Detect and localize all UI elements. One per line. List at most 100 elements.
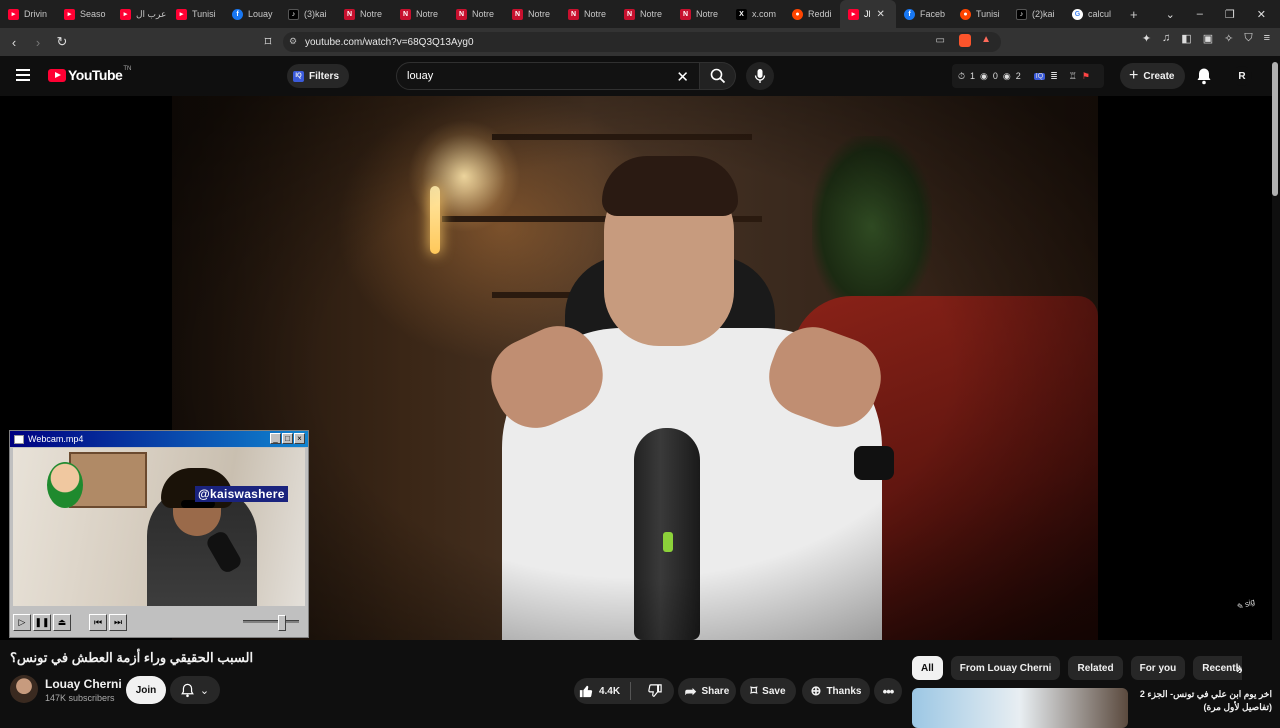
webcam-window[interactable]: Webcam.mp4 _ □ × @kaiswashere ▷ ❚❚ ⏏ ⏮ ⏭ <box>9 430 309 638</box>
minimize-icon[interactable]: – <box>1197 8 1203 20</box>
share-button[interactable]: ➦ Share <box>678 678 736 704</box>
like-button[interactable]: 4.4K <box>574 678 625 704</box>
maximize-icon[interactable]: ❐ <box>1225 8 1235 21</box>
brave-rewards-icon[interactable]: ▲ <box>981 34 991 45</box>
extension-stats[interactable]: ⏱ 1 ◉ 0 ◉ 2 IQ ≣ ♖ ⚑ <box>952 64 1104 88</box>
browser-tab[interactable]: f Louay <box>224 0 280 28</box>
save-label: Save <box>762 685 786 697</box>
browser-tab[interactable]: ▸ Drivin <box>0 0 56 28</box>
recommendation-title[interactable]: اخر يوم ابن علي في تونس- الجزء 2 (تفاصيل… <box>1132 688 1272 714</box>
filter-chip[interactable]: Recently uploaded <box>1193 656 1242 680</box>
trophy-icon[interactable]: ♖ <box>1069 71 1077 82</box>
browser-tab[interactable]: ▸ عرب ال <box>112 0 168 28</box>
brave-shield-icon[interactable] <box>959 34 971 47</box>
close-window-icon[interactable]: ✕ <box>1257 8 1266 21</box>
eject-icon[interactable]: ⏏ <box>53 613 71 631</box>
browser-tab[interactable]: N Notre <box>672 0 728 28</box>
browser-tab[interactable]: N Notre <box>448 0 504 28</box>
play-icon[interactable]: ▷ <box>13 613 31 631</box>
channel-avatar[interactable] <box>10 675 38 703</box>
youtube-logo[interactable]: YouTube TN <box>48 66 131 83</box>
filter-chip[interactable]: For you <box>1130 656 1186 680</box>
volume-thumb[interactable] <box>278 615 286 631</box>
bookmark-icon[interactable]: ⌑ <box>258 32 278 52</box>
minimize-icon[interactable]: _ <box>270 433 281 444</box>
browser-tab[interactable]: ● Tunisi <box>952 0 1008 28</box>
more-icon: ••• <box>882 683 895 699</box>
browser-tab[interactable]: ● Reddi <box>784 0 840 28</box>
media-icon[interactable]: ♫ <box>1162 32 1170 45</box>
wallet-icon[interactable]: ▣ <box>1203 32 1213 45</box>
filter-chip[interactable]: Related <box>1068 656 1123 680</box>
dislike-button[interactable] <box>636 684 674 698</box>
reload-icon[interactable]: ↻ <box>52 32 72 52</box>
notification-settings-button[interactable]: ⌄ <box>170 676 220 704</box>
filter-chip[interactable]: From Louay Cherni <box>950 656 1061 680</box>
next-icon[interactable]: ⏭ <box>109 613 127 631</box>
previous-icon[interactable]: ⏮ <box>89 613 107 631</box>
page-scrollbar[interactable] <box>1272 62 1278 196</box>
back-icon[interactable]: ‹ <box>4 32 24 52</box>
channel-name[interactable]: Louay Cherni <box>45 677 122 691</box>
browser-tab[interactable]: ▸ Seaso <box>56 0 112 28</box>
pause-icon[interactable]: ❚❚ <box>33 613 51 631</box>
notre-dame-icon: N <box>568 8 579 20</box>
browser-tab[interactable]: f Faceb <box>896 0 952 28</box>
browser-tab[interactable]: Gcalcul <box>1064 0 1120 28</box>
voice-search-button[interactable] <box>746 62 774 90</box>
cast-icon[interactable]: ▭ <box>936 35 945 46</box>
more-actions-button[interactable]: ••• <box>874 678 902 704</box>
browser-tab[interactable]: Xx.com <box>728 0 784 28</box>
bookmark-icon: ⌑ <box>750 683 758 698</box>
thumbs-down-icon <box>648 684 662 697</box>
tab-search-icon[interactable]: ⌄ <box>1166 8 1175 21</box>
sidebar-icon[interactable]: ◧ <box>1181 32 1191 45</box>
browser-tab[interactable]: N Notre <box>336 0 392 28</box>
menu-icon[interactable]: ≡ <box>1264 32 1270 45</box>
join-button[interactable]: Join <box>126 676 166 704</box>
browser-tab[interactable]: ♪ (3)kai <box>280 0 336 28</box>
browser-tab[interactable]: N Notre <box>616 0 672 28</box>
chevron-right-icon[interactable]: › <box>1236 660 1241 676</box>
browser-tab[interactable]: ▸ Tunisi <box>168 0 224 28</box>
iq-icon[interactable]: IQ <box>1033 72 1046 80</box>
thanks-button[interactable]: ⊕ Thanks <box>802 678 870 704</box>
thanks-icon: ⊕ <box>810 683 822 698</box>
create-button[interactable]: + Create <box>1120 63 1186 89</box>
x-icon: X <box>736 8 747 20</box>
search-button[interactable] <box>700 62 736 90</box>
alert-icon[interactable]: ⚑ <box>1082 71 1090 82</box>
forward-icon[interactable]: › <box>28 32 48 52</box>
close-tab-icon[interactable]: ✕ <box>877 9 885 20</box>
url-field[interactable]: ⚙ youtube.com/watch?v=68Q3Q13Ayg0 ▭ ▲ <box>283 32 1001 52</box>
tab-label: Notre <box>640 9 663 19</box>
browser-tab[interactable]: N Notre <box>504 0 560 28</box>
vpn-icon[interactable]: ⛉ <box>1244 32 1252 45</box>
clear-search-icon[interactable]: ✕ <box>676 68 689 86</box>
clock-icon: ⏱ <box>958 70 966 81</box>
recommendation-thumbnail[interactable] <box>912 688 1128 728</box>
volume-slider[interactable] <box>243 615 299 631</box>
thanks-label: Thanks <box>826 685 862 697</box>
filters-button[interactable]: IQ Filters <box>287 64 350 88</box>
browser-tab[interactable]: ▸ Jl ✕ <box>840 0 896 28</box>
site-info-icon[interactable]: ⚙ <box>289 36 297 47</box>
hamburger-menu-icon[interactable] <box>16 69 30 81</box>
browser-tab[interactable]: ♪ (2)kai <box>1008 0 1064 28</box>
browser-tab[interactable]: N Notre <box>392 0 448 28</box>
close-icon[interactable]: × <box>294 433 305 444</box>
search-input[interactable]: louay ✕ <box>396 62 700 90</box>
list-icon[interactable]: ≣ <box>1050 71 1058 82</box>
account-avatar[interactable]: R <box>1232 66 1252 86</box>
share-icon: ➦ <box>684 682 697 699</box>
extensions-icon[interactable]: ✦ <box>1142 32 1151 45</box>
filter-chip[interactable]: All <box>912 656 943 680</box>
maximize-icon[interactable]: □ <box>282 433 293 444</box>
new-tab-icon[interactable]: + <box>1130 7 1138 22</box>
save-button[interactable]: ⌑ Save <box>740 678 796 704</box>
browser-tab[interactable]: N Notre <box>560 0 616 28</box>
leo-icon[interactable]: ✧ <box>1224 32 1233 45</box>
webcam-titlebar[interactable]: Webcam.mp4 _ □ × <box>10 431 308 447</box>
notifications-bell-icon[interactable] <box>1196 67 1212 85</box>
youtube-icon: ▸ <box>848 8 859 20</box>
